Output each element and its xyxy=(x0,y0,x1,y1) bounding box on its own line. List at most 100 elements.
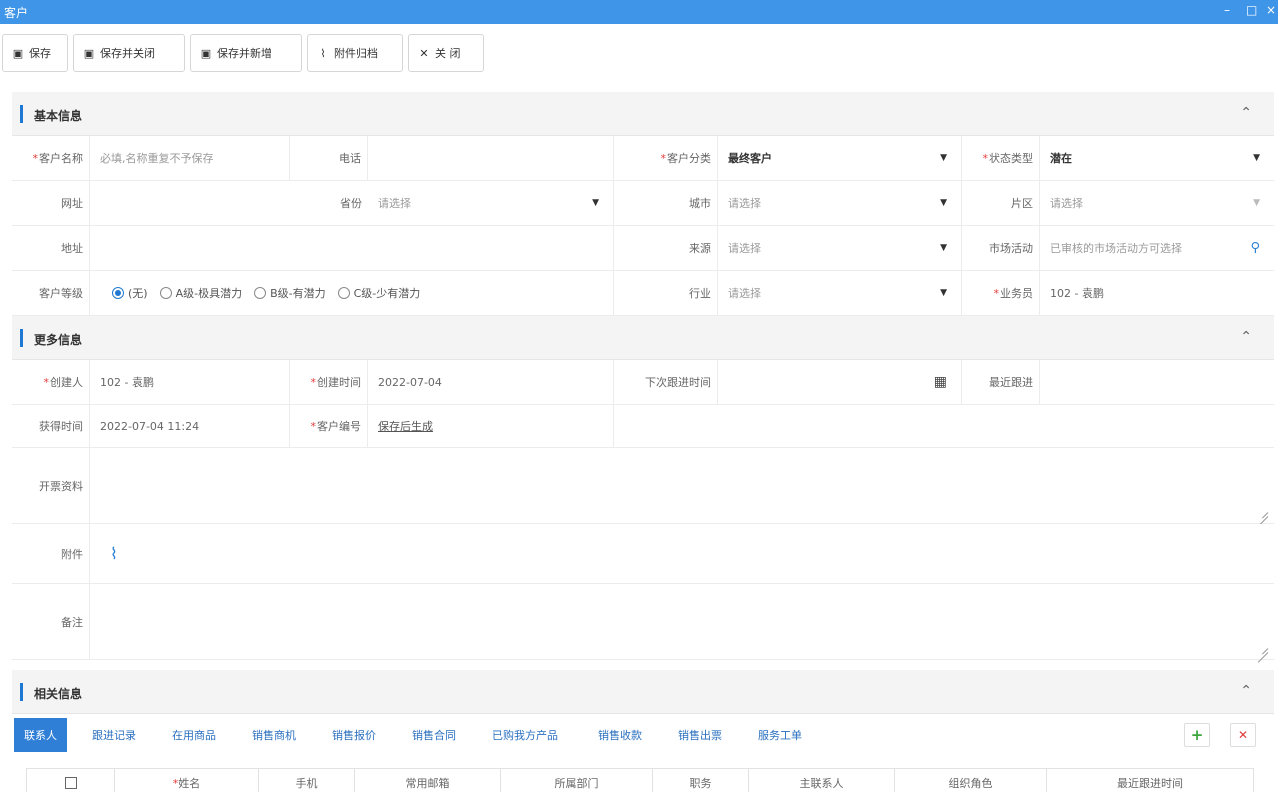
grade-radio-c[interactable]: C级-少有潜力 xyxy=(337,285,420,301)
caret-down-icon: ▼ xyxy=(592,198,599,208)
website-input[interactable] xyxy=(90,181,290,225)
toolbar: ▣ 保存 ▣ 保存并关闭 ▣ 保存并新增 ⌇ 附件归档 ✕ 关 闭 xyxy=(0,34,1278,72)
customer-name-input[interactable]: 必填,名称重复不予保存 xyxy=(90,136,290,180)
field-label: * 客户分类 xyxy=(614,136,718,180)
section-more-header[interactable]: 更多信息 ⌃ xyxy=(12,316,1274,360)
column-header[interactable]: 所属部门 xyxy=(501,769,653,792)
attach-archive-button[interactable]: ⌇ 附件归档 xyxy=(307,34,403,72)
section-related-header[interactable]: 相关信息 ⌃ xyxy=(12,670,1274,714)
chevron-up-icon[interactable]: ⌃ xyxy=(1240,683,1252,699)
tab-invoices[interactable]: 销售出票 xyxy=(668,718,732,752)
close-button[interactable]: ✕ 关 闭 xyxy=(408,34,484,72)
form-row: 网址 省份 请选择 ▼ 城市 请选择 ▼ 片区 请选择 ▼ xyxy=(12,181,1274,226)
form-row: 备注 xyxy=(12,584,1274,660)
grade-radio-a[interactable]: A级-极具潜力 xyxy=(159,285,242,301)
field-label: * 业务员 xyxy=(962,271,1040,315)
column-header[interactable]: 常用邮箱 xyxy=(355,769,501,792)
invoice-info-textarea[interactable] xyxy=(90,448,1274,523)
customer-category-select[interactable]: 最终客户 ▼ xyxy=(718,136,962,180)
column-header[interactable]: 职务 xyxy=(653,769,749,792)
caret-down-icon: ▼ xyxy=(1253,198,1260,208)
floppy-icon: ▣ xyxy=(12,46,24,60)
customer-grade-radio-group: (无) A级-极具潜力 B级-有潜力 C级-少有潜力 xyxy=(90,271,614,315)
tab-purchased-products[interactable]: 已购我方产品 xyxy=(482,718,568,752)
add-row-button[interactable]: + xyxy=(1184,723,1210,747)
field-label: 市场活动 xyxy=(962,226,1040,270)
field-label: 电话 xyxy=(290,136,368,180)
tab-contacts[interactable]: 联系人 xyxy=(14,718,67,752)
caret-down-icon: ▼ xyxy=(940,198,947,208)
window-titlebar: 客户 – □ × xyxy=(0,0,1278,24)
field-label: 片区 xyxy=(962,181,1040,225)
status-type-select[interactable]: 潜在 ▼ xyxy=(1040,136,1274,180)
column-header[interactable]: 组织角色 xyxy=(895,769,1047,792)
phone-input[interactable] xyxy=(368,136,614,180)
province-select[interactable]: 请选择 ▼ xyxy=(368,181,614,225)
section-basic-header[interactable]: 基本信息 ⌃ xyxy=(12,92,1274,136)
section-title: 更多信息 xyxy=(34,333,83,347)
empty-cell xyxy=(614,405,1274,447)
field-label: 来源 xyxy=(614,226,718,270)
section-accent xyxy=(20,683,23,701)
close-window-icon[interactable]: × xyxy=(1266,3,1276,17)
save-new-button[interactable]: ▣ 保存并新增 xyxy=(190,34,302,72)
grade-radio-b[interactable]: B级-有潜力 xyxy=(254,285,326,301)
grade-radio-none[interactable]: (无) xyxy=(112,285,148,301)
calendar-icon[interactable]: ▦ xyxy=(934,374,947,390)
contacts-grid-header: * 姓名 手机 常用邮箱 所属部门 职务 主联系人 组织角色 最近跟进时间 xyxy=(26,768,1254,792)
salesman-input[interactable]: 102 - 袁鹏 xyxy=(1040,271,1274,315)
next-followup-date-input[interactable]: ▦ xyxy=(718,360,962,404)
delete-row-button[interactable]: ✕ xyxy=(1230,723,1256,747)
creator-value: 102 - 袁鹏 xyxy=(90,360,290,404)
campaign-input[interactable]: 已审核的市场活动方可选择 ⚲ xyxy=(1040,226,1274,270)
field-label: 城市 xyxy=(614,181,718,225)
tab-contracts[interactable]: 销售合同 xyxy=(402,718,466,752)
select-all-checkbox[interactable] xyxy=(64,777,77,789)
chevron-up-icon[interactable]: ⌃ xyxy=(1240,329,1252,345)
city-select[interactable]: 请选择 ▼ xyxy=(718,181,962,225)
column-header[interactable]: * 姓名 xyxy=(115,769,259,792)
field-label: 附件 xyxy=(12,524,90,583)
search-icon[interactable]: ⚲ xyxy=(1250,241,1260,256)
form-row: 客户等级 (无) A级-极具潜力 B级-有潜力 C级-少有潜力 行业 请选择 ▼ … xyxy=(12,271,1274,316)
save-close-button[interactable]: ▣ 保存并关闭 xyxy=(73,34,185,72)
column-header[interactable]: 主联系人 xyxy=(749,769,895,792)
field-label: 行业 xyxy=(614,271,718,315)
customer-number-value: 保存后生成 xyxy=(368,405,614,447)
resize-handle-icon[interactable] xyxy=(1256,641,1268,653)
field-label: * 客户编号 xyxy=(290,405,368,447)
address-input[interactable] xyxy=(90,226,614,270)
field-label: 开票资料 xyxy=(12,448,90,523)
tab-products-in-use[interactable]: 在用商品 xyxy=(162,718,226,752)
select-all-cell xyxy=(27,769,115,792)
tab-receipts[interactable]: 销售收款 xyxy=(588,718,652,752)
save-button[interactable]: ▣ 保存 xyxy=(2,34,68,72)
caret-down-icon: ▼ xyxy=(1253,153,1260,163)
column-header[interactable]: 最近跟进时间 xyxy=(1047,769,1253,792)
source-select[interactable]: 请选择 ▼ xyxy=(718,226,962,270)
field-label: * 状态类型 xyxy=(962,136,1040,180)
tab-quotations[interactable]: 销售报价 xyxy=(322,718,386,752)
minimize-icon[interactable]: – xyxy=(1224,3,1230,17)
caret-down-icon: ▼ xyxy=(940,153,947,163)
caret-down-icon: ▼ xyxy=(940,288,947,298)
tab-followups[interactable]: 跟进记录 xyxy=(82,718,146,752)
tab-service-orders[interactable]: 服务工单 xyxy=(748,718,812,752)
field-label: 获得时间 xyxy=(12,405,90,447)
attachment-cell: ⌇ xyxy=(90,524,1274,583)
remark-textarea[interactable] xyxy=(90,584,1274,659)
column-header[interactable]: 手机 xyxy=(259,769,355,792)
section-accent xyxy=(20,329,23,347)
field-label: * 客户名称 xyxy=(12,136,90,180)
paperclip-icon[interactable]: ⌇ xyxy=(110,544,118,563)
industry-select[interactable]: 请选择 ▼ xyxy=(718,271,962,315)
resize-handle-icon[interactable] xyxy=(1256,505,1268,517)
chevron-up-icon[interactable]: ⌃ xyxy=(1240,105,1252,121)
district-select[interactable]: 请选择 ▼ xyxy=(1040,181,1274,225)
maximize-icon[interactable]: □ xyxy=(1246,3,1257,17)
field-label: 网址 xyxy=(12,181,90,225)
field-label: 客户等级 xyxy=(12,271,90,315)
form-row: * 创建人 102 - 袁鹏 * 创建时间 2022-07-04 下次跟进时间 ▦ … xyxy=(12,360,1274,405)
tab-opportunities[interactable]: 销售商机 xyxy=(242,718,306,752)
close-icon: ✕ xyxy=(419,46,429,60)
